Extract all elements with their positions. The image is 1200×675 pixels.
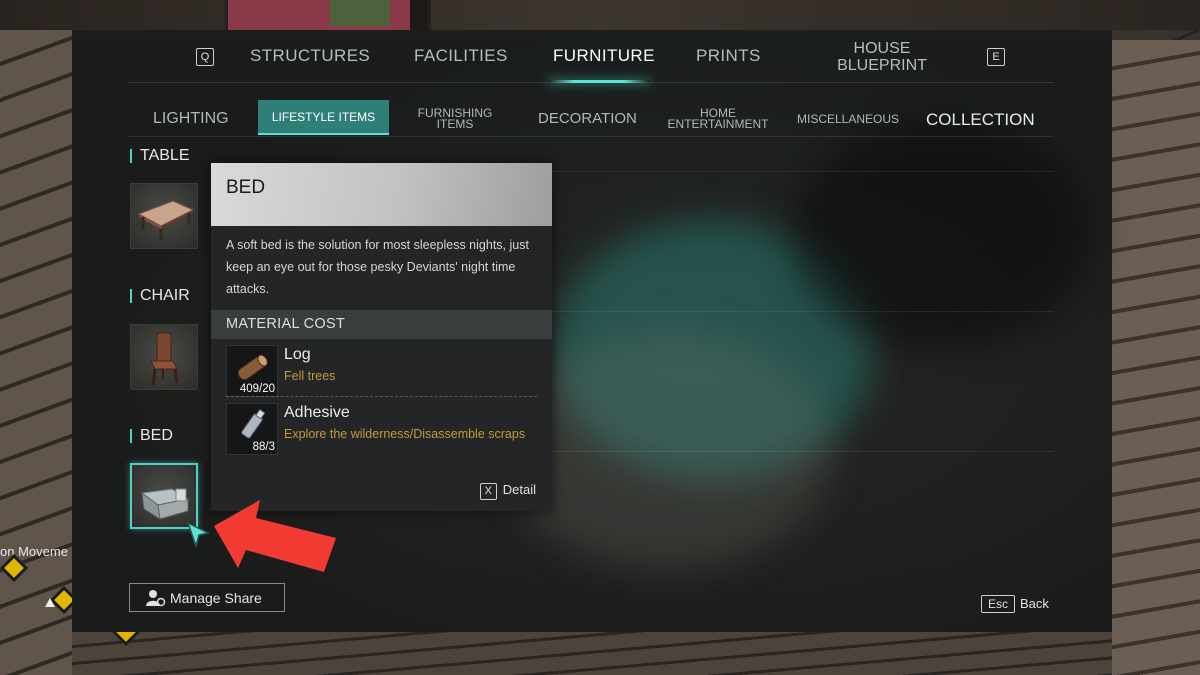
popup-header: BED (211, 163, 552, 226)
material-name-adhesive: Adhesive (284, 404, 350, 421)
category-title-bed: BED (130, 428, 173, 444)
item-detail-popup: BED A soft bed is the solution for most … (211, 163, 552, 511)
subtab-home-entertainment[interactable]: HOME ENTERTAINMENT (664, 107, 772, 131)
background-pink-panel (225, 0, 431, 33)
background-beam (410, 0, 428, 30)
manage-share-label: Manage Share (170, 590, 262, 606)
back-key: Esc (981, 595, 1016, 613)
category-title-chair: CHAIR (130, 288, 190, 304)
popup-title: BED (226, 177, 266, 198)
table-icon (137, 200, 195, 240)
preview-dark-blur (792, 120, 1092, 350)
tab-furniture[interactable]: FURNITURE (553, 46, 655, 66)
material-cost-header: MATERIAL COST (211, 310, 552, 339)
material-source-log: Fell trees (284, 369, 336, 383)
tab-house-line2: BLUEPRINT (837, 57, 927, 74)
popup-description: A soft bed is the solution for most slee… (226, 238, 529, 296)
tab-facilities[interactable]: FACILITIES (414, 46, 508, 66)
chair-icon (150, 332, 179, 386)
annotation-arrow-icon (214, 500, 336, 572)
tab-structures[interactable]: STRUCTURES (250, 46, 370, 66)
manage-share-button[interactable]: Manage Share (129, 583, 285, 612)
category-title-table: TABLE (130, 148, 190, 164)
background-plants (330, 0, 390, 26)
subtab-furnishing-line2: ITEMS (436, 117, 474, 131)
nav-divider (128, 82, 1054, 83)
background-ceiling (0, 0, 1200, 30)
background-floor-right (1112, 40, 1200, 675)
prev-tab-key[interactable]: Q (196, 48, 214, 66)
detail-key: X (479, 483, 497, 500)
back-button[interactable]: Esc Back (981, 595, 1049, 613)
user-share-icon (146, 590, 166, 607)
subtab-home-line2: ENTERTAINMENT (667, 117, 769, 131)
tab-house-line1: HOUSE (853, 40, 911, 57)
item-slot-chair[interactable] (130, 324, 198, 390)
tab-house-blueprint[interactable]: HOUSE BLUEPRINT (834, 40, 930, 74)
subtab-furnishing-items[interactable]: FURNISHING ITEMS (410, 107, 500, 131)
subtab-lifestyle-items[interactable]: LIFESTYLE ITEMS (258, 100, 389, 135)
material-count-adhesive: 88/3 (252, 441, 275, 453)
hud-wedge-icon (45, 598, 55, 607)
material-source-adhesive: Explore the wilderness/Disassemble scrap… (284, 427, 526, 441)
detail-button[interactable]: X Detail (479, 482, 536, 500)
material-slot-log: 409/20 (226, 345, 278, 397)
material-cost-label: MATERIAL COST (226, 316, 346, 332)
subtab-lighting[interactable]: LIGHTING (153, 110, 229, 128)
background-floor-bottom (72, 631, 1112, 675)
material-count-log: 409/20 (239, 383, 275, 395)
item-slot-bed[interactable] (130, 463, 198, 529)
material-name-log: Log (284, 346, 311, 363)
material-separator (226, 396, 537, 397)
subtab-collection[interactable]: COLLECTION (926, 110, 1035, 130)
item-slot-table[interactable] (130, 183, 198, 249)
bed-icon (140, 488, 190, 520)
next-tab-key[interactable]: E (987, 48, 1005, 66)
subtab-miscellaneous[interactable]: MISCELLANEOUS (797, 112, 899, 126)
subtab-decoration[interactable]: DECORATION (538, 110, 637, 127)
material-slot-adhesive: 88/3 (226, 403, 278, 455)
subnav-divider (128, 136, 1054, 137)
tab-prints[interactable]: PRINTS (696, 46, 761, 66)
back-label: Back (1020, 596, 1049, 611)
detail-label: Detail (502, 482, 536, 497)
